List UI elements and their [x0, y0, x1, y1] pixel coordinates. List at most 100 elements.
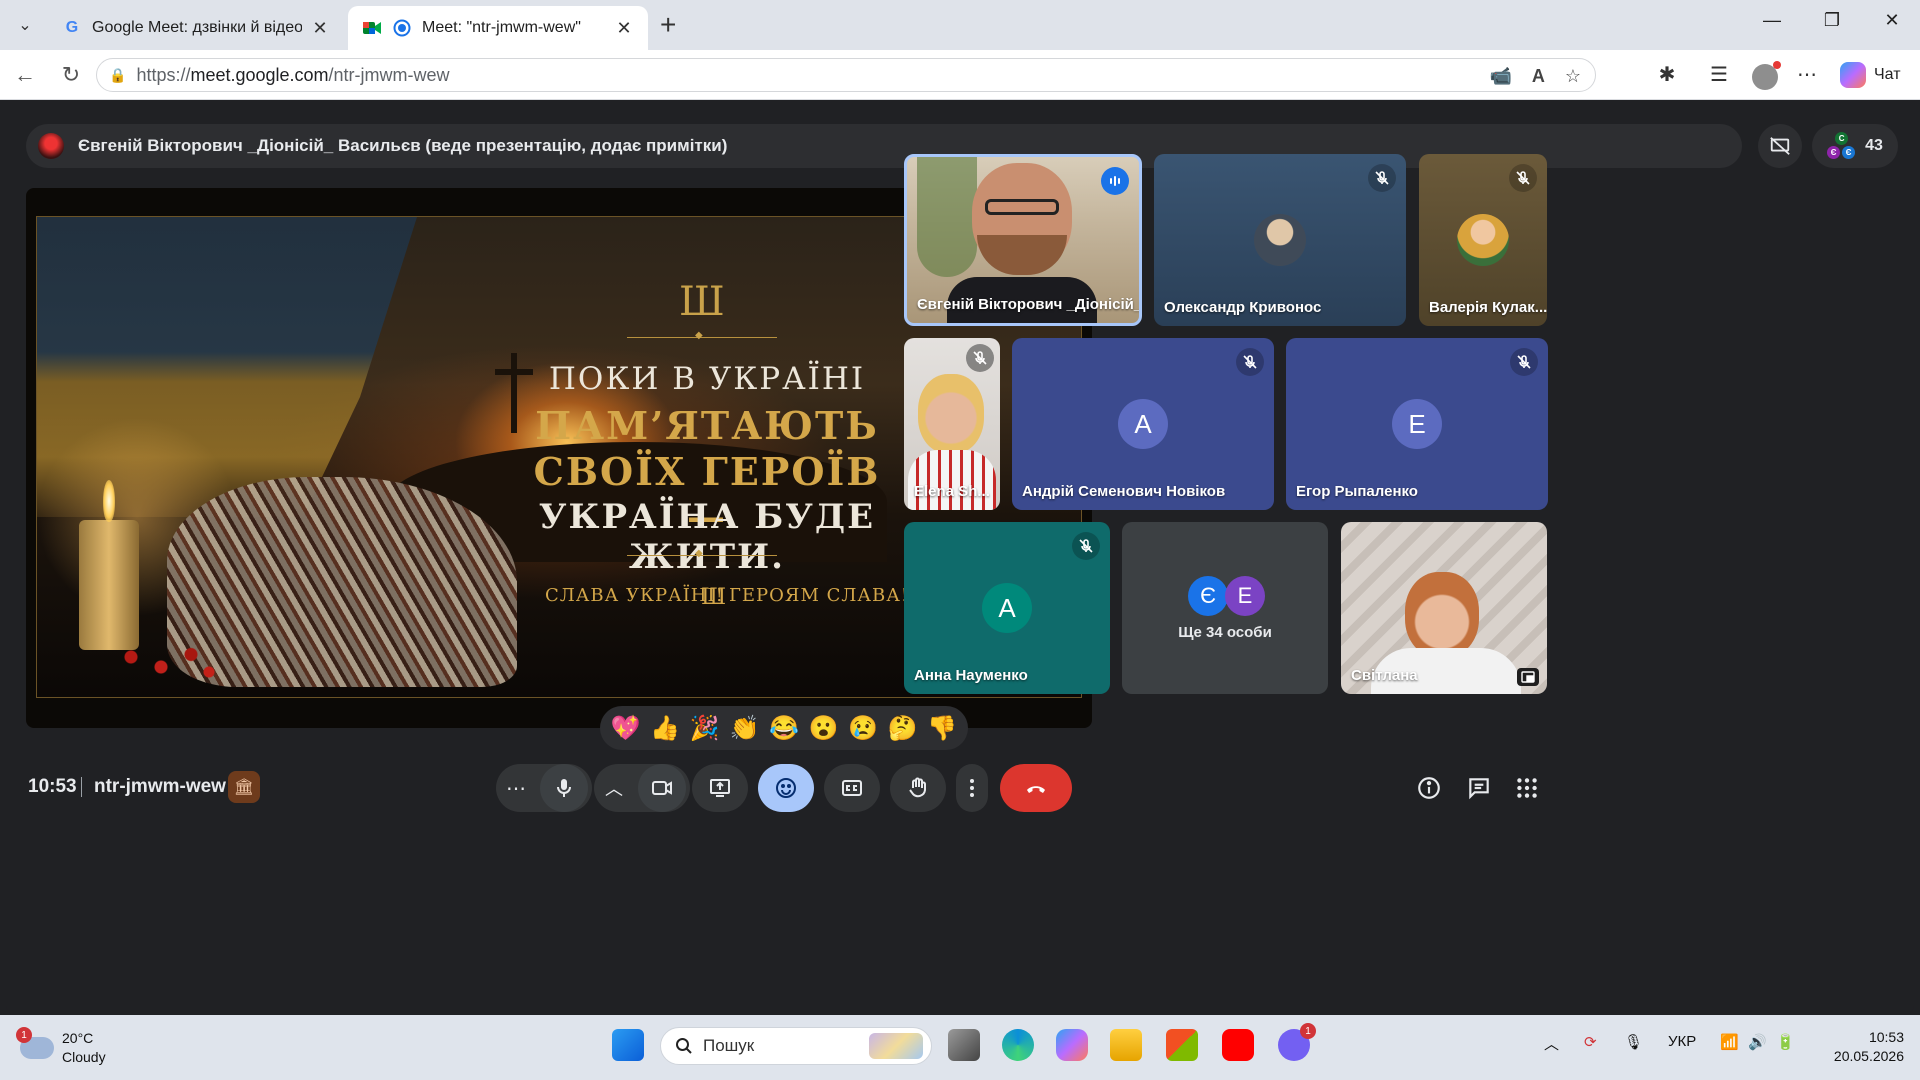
viber-icon[interactable]: 1: [1278, 1023, 1316, 1061]
present-screen-button[interactable]: [692, 764, 748, 812]
raise-hand-button[interactable]: [890, 764, 946, 812]
pip-icon[interactable]: [1517, 668, 1539, 686]
microphone-button[interactable]: [540, 764, 588, 812]
more-options-icon[interactable]: [956, 764, 988, 812]
chat-icon[interactable]: [1464, 773, 1494, 803]
search-label: Пошук: [703, 1036, 755, 1055]
tab-google-meet-home[interactable]: G Google Meet: дзвінки й відеоконференці…: [48, 6, 344, 50]
battery-icon[interactable]: 🔋: [1776, 1033, 1795, 1051]
system-clock[interactable]: 10:53 20.05.2026: [1834, 1028, 1904, 1066]
participant-tile[interactable]: Олександр Кривонос: [1154, 154, 1406, 326]
show-hidden-icons-chevron-icon[interactable]: ︿: [1544, 1033, 1559, 1054]
close-tab-icon[interactable]: ✕: [614, 18, 634, 39]
slogan-left: СЛАВА УКРАЇНІ!: [545, 585, 724, 606]
favorite-star-icon[interactable]: ☆: [1565, 66, 1581, 87]
camera-button[interactable]: [638, 764, 686, 812]
slide-line-2: ПАМ’ЯТАЮТЬ: [535, 403, 879, 448]
back-arrow-icon[interactable]: ←: [12, 62, 38, 88]
copilot-chat-button[interactable]: Чат: [1840, 62, 1901, 88]
edge-browser-icon[interactable]: [1002, 1029, 1034, 1061]
more-participants-label: Ще 34 особи: [1178, 624, 1272, 641]
more-menu-icon[interactable]: ⋯: [1794, 62, 1820, 87]
meeting-clock: 10:53: [28, 776, 77, 797]
participant-tile[interactable]: Е Егор Рыпаленко: [1286, 338, 1548, 510]
close-tab-icon[interactable]: ✕: [310, 18, 330, 39]
profile-avatar[interactable]: [1752, 61, 1781, 90]
copilot-label: Чат: [1874, 66, 1901, 83]
more-participants-tile[interactable]: Є Е Ще 34 особи: [1122, 522, 1328, 694]
read-aloud-icon[interactable]: A: [1532, 66, 1545, 87]
participant-avatar: Е: [1225, 576, 1265, 616]
site-info-lock-icon[interactable]: 🔒: [109, 67, 126, 84]
search-icon: [676, 1038, 692, 1054]
google-g-icon: G: [65, 19, 79, 36]
reaction-laugh-icon[interactable]: 😂: [766, 714, 802, 743]
participant-name: Анна Науменко: [914, 667, 1028, 684]
wifi-icon[interactable]: 📶: [1720, 1033, 1739, 1051]
reaction-party-icon[interactable]: 🎉: [687, 714, 723, 743]
hide-presentation-icon[interactable]: [1758, 124, 1802, 168]
minimize-icon[interactable]: —: [1752, 10, 1792, 31]
participant-tile[interactable]: Elena Sh...: [904, 338, 1000, 510]
participants-button[interactable]: С Є Є 43: [1812, 124, 1898, 168]
tab-meet-call[interactable]: Meet: "ntr-jmwm-wew" ✕: [348, 6, 648, 50]
extensions-puzzle-icon[interactable]: ✱: [1654, 62, 1680, 87]
reload-icon[interactable]: ↻: [58, 62, 84, 88]
leave-call-button[interactable]: [1000, 764, 1072, 812]
address-bar[interactable]: 🔒 https://meet.google.com/ntr-jmwm-wew 📹…: [96, 58, 1596, 92]
taskbar-search[interactable]: Пошук: [660, 1027, 932, 1065]
task-view-icon[interactable]: [948, 1029, 980, 1061]
reaction-surprised-icon[interactable]: 😮: [806, 714, 842, 743]
tab-list-chevron-icon[interactable]: ⌄: [10, 10, 40, 40]
meet-call-area: Євгеній Вікторович _Діонісій_ Васильєв (…: [6, 101, 1914, 1015]
reaction-heart-icon[interactable]: 💖: [608, 714, 644, 743]
reactions-bar: 💖 👍 🎉 👏 😂 😮 😢 🤔 👎: [600, 706, 968, 750]
microphone-tray-icon[interactable]: 🎙: [1624, 1033, 1643, 1051]
audio-control-group: ⋯: [496, 764, 592, 812]
building-icon[interactable]: 🏛: [228, 771, 260, 803]
weather-badge: 1: [16, 1027, 32, 1043]
reaction-thumbs-down-icon[interactable]: 👎: [924, 714, 960, 743]
trident-icon: Ш: [679, 279, 725, 325]
restore-icon[interactable]: ❐: [1812, 10, 1852, 31]
volume-icon[interactable]: 🔊: [1748, 1033, 1767, 1051]
youtube-icon[interactable]: [1222, 1029, 1254, 1061]
new-tab-plus-icon[interactable]: +: [660, 10, 676, 40]
participant-tile[interactable]: А Андрій Семенович Новіков: [1012, 338, 1274, 510]
reactions-button[interactable]: [758, 764, 814, 812]
muted-mic-icon: [966, 344, 994, 372]
participant-tile[interactable]: А Анна Науменко: [904, 522, 1110, 694]
captions-button[interactable]: [824, 764, 880, 812]
participant-name: Валерія Кулак...: [1429, 299, 1547, 316]
reaction-sad-icon[interactable]: 😢: [845, 714, 881, 743]
copilot-app-icon[interactable]: [1056, 1029, 1088, 1061]
camera-in-use-icon[interactable]: 📹: [1489, 66, 1511, 87]
reaction-thinking-icon[interactable]: 🤔: [885, 714, 921, 743]
favorites-list-icon[interactable]: ☰: [1706, 62, 1732, 87]
participant-tile[interactable]: Світлана: [1341, 522, 1547, 694]
presenter-avatar: [38, 133, 64, 159]
keyboard-language[interactable]: УКР: [1668, 1033, 1696, 1050]
glasses-graphic: [985, 199, 1059, 215]
meeting-info-icon[interactable]: [1414, 773, 1444, 803]
close-window-icon[interactable]: ✕: [1872, 10, 1912, 31]
activities-grid-icon[interactable]: [1512, 773, 1542, 803]
participant-tile[interactable]: Валерія Кулак...: [1419, 154, 1547, 326]
microsoft-store-icon[interactable]: [1166, 1029, 1198, 1061]
viburnum-berries-graphic: [107, 637, 227, 687]
file-explorer-icon[interactable]: [1110, 1029, 1142, 1061]
reaction-thumbs-up-icon[interactable]: 👍: [647, 714, 683, 743]
participant-avatar: А: [982, 583, 1032, 633]
weather-widget[interactable]: 1 20°C Cloudy: [16, 1027, 106, 1067]
muted-mic-icon: [1236, 348, 1264, 376]
meet-logo-icon: [362, 18, 382, 38]
participant-tile[interactable]: Євгеній Вікторович _Діонісій_ Ва...: [904, 154, 1142, 326]
tab-title: Meet: "ntr-jmwm-wew": [422, 19, 581, 36]
copilot-logo-icon: [1840, 62, 1866, 88]
reaction-clap-icon[interactable]: 👏: [726, 714, 762, 743]
audio-options-icon[interactable]: ⋯: [496, 776, 536, 801]
start-windows-icon[interactable]: [612, 1029, 644, 1061]
video-options-chevron-icon[interactable]: ︿: [594, 775, 634, 801]
recording-indicator-icon: [392, 18, 412, 38]
sync-icon[interactable]: ⟳: [1584, 1033, 1597, 1051]
